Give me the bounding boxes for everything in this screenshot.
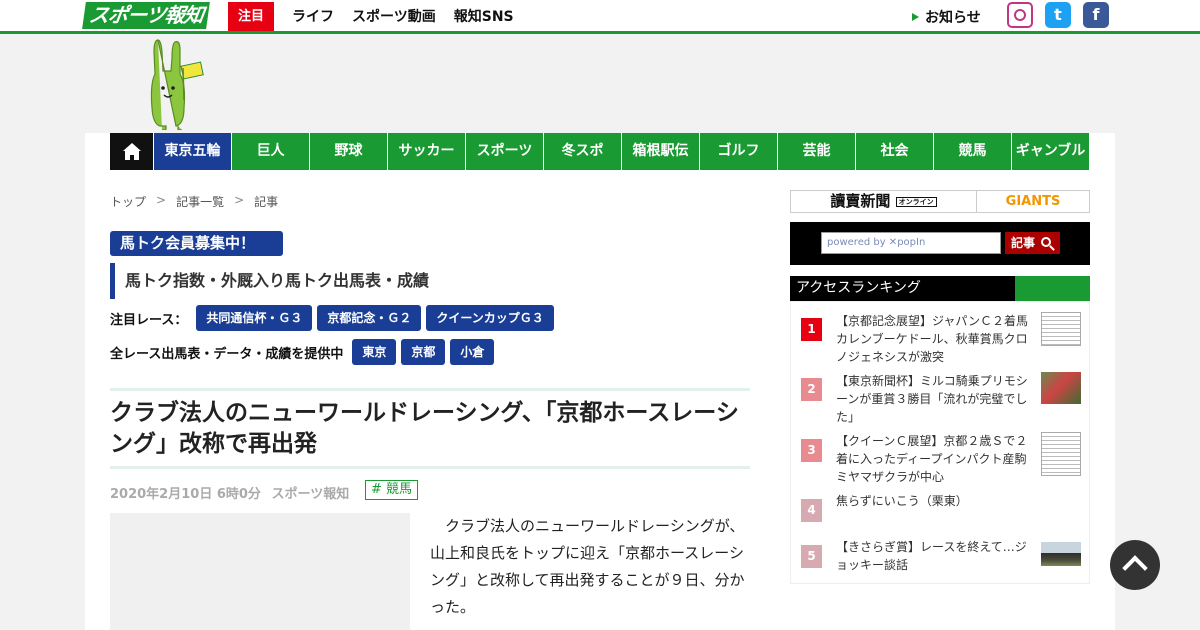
race-link[interactable]: 共同通信杯・Ｇ３ <box>196 305 313 331</box>
top-nav: ライフ スポーツ動画 報知SNS <box>292 0 514 32</box>
ranking-thumbnail <box>1041 372 1081 404</box>
ranking-thumbnail <box>1041 432 1081 476</box>
category-winter-sports[interactable]: 冬スポ <box>544 133 621 170</box>
category-baseball[interactable]: 野球 <box>310 133 387 170</box>
article-body: クラブ法人のニューワールドレーシングが、山上和良氏をトップに迎え「京都ホースレー… <box>430 517 745 616</box>
yomiuri-online-label: オンライン <box>895 196 937 207</box>
search-button[interactable]: 記事 <box>1005 232 1060 254</box>
featured-races-row: 注目レース： 共同通信杯・Ｇ３ 京都記念・Ｇ２ クイーンカップＧ３ <box>110 305 554 331</box>
breadcrumb-top-link[interactable]: トップ <box>110 193 146 210</box>
ranking-title: アクセスランキング <box>796 280 921 296</box>
back-to-top-button[interactable] <box>1110 540 1160 590</box>
ranking-item-text: 【京都記念展望】ジャパンＣ２着馬カレンブーケドール、秋華賞馬クロノジェネシスが激… <box>836 314 1029 364</box>
breadcrumb-list-link[interactable]: 記事一覧 <box>176 193 224 210</box>
category-golf[interactable]: ゴルフ <box>700 133 777 170</box>
rank-number: 5 <box>801 545 822 568</box>
ranking-item-text: 【きさらぎ賞】レースを終えて…ジョッキー談話 <box>836 540 1027 572</box>
rank-number: 4 <box>801 499 822 522</box>
venue-link[interactable]: 東京 <box>352 339 397 365</box>
category-entertainment[interactable]: 芸能 <box>778 133 855 170</box>
ranking-item-text: 【東京新聞杯】ミルコ騎乗プリモシーンが重賞３勝目「流れが完璧でした」 <box>836 374 1028 424</box>
category-gambling[interactable]: ギャンブル <box>1012 133 1089 170</box>
nav-life-link[interactable]: ライフ <box>292 6 334 26</box>
nav-sports-video-link[interactable]: スポーツ動画 <box>352 6 436 26</box>
ranking-item[interactable]: 1 【京都記念展望】ジャパンＣ２着馬カレンブーケドール、秋華賞馬クロノジェネシス… <box>791 312 1091 364</box>
yomiuri-label: 讀賣新聞 <box>830 192 891 210</box>
article-source: スポーツ報知 <box>271 487 350 502</box>
category-tokyo-olympics[interactable]: 東京五輪 <box>154 133 231 170</box>
triangle-right-icon <box>912 13 919 21</box>
ranking-item[interactable]: 2 【東京新聞杯】ミルコ騎乗プリモシーンが重賞３勝目「流れが完璧でした」 <box>791 372 1091 424</box>
divider <box>110 388 750 391</box>
breadcrumb-current: 記事 <box>254 195 279 209</box>
ranking-header: アクセスランキング <box>790 276 1090 301</box>
article-tag-link[interactable]: # 競馬 <box>365 480 419 500</box>
venue-link[interactable]: 京都 <box>401 339 446 365</box>
search-box: powered by ✕popIn 記事 <box>790 222 1090 265</box>
instagram-icon[interactable] <box>1007 2 1033 28</box>
search-input[interactable]: powered by ✕popIn <box>821 232 1001 254</box>
giants-banner-link[interactable]: GIANTS <box>977 191 1089 212</box>
promo-title-link[interactable]: 馬トク会員募集中！ <box>110 231 283 256</box>
category-soccer[interactable]: サッカー <box>388 133 465 170</box>
rank-number: 1 <box>801 318 822 341</box>
featured-races-label: 注目レース： <box>110 312 188 328</box>
home-icon[interactable] <box>110 133 153 170</box>
twitter-icon[interactable]: t <box>1045 2 1071 28</box>
article-photo <box>110 513 410 630</box>
top-bar: スポーツ報知 注目 ライフ スポーツ動画 報知SNS お知らせ t f <box>0 0 1200 34</box>
breadcrumb-separator: > <box>234 193 245 207</box>
facebook-icon[interactable]: f <box>1083 2 1109 28</box>
race-link[interactable]: クイーンカップＧ３ <box>426 305 554 331</box>
all-races-label: 全レース出馬表・データ・成績を提供中 <box>110 346 344 362</box>
partner-banner: 讀賣新聞 オンライン GIANTS <box>790 190 1090 213</box>
category-nav: 東京五輪 巨人 野球 サッカー スポーツ 冬スポ 箱根駅伝 ゴルフ 芸能 社会 … <box>110 133 1090 170</box>
rank-number: 3 <box>801 439 822 462</box>
article-date: 2020年2月10日 6時0分 <box>110 487 261 502</box>
category-sports[interactable]: スポーツ <box>466 133 543 170</box>
ranking-item[interactable]: 3 【クイーンＣ展望】京都２歳Ｓで２着に入ったディープインパクト産駒ミヤマザクラ… <box>791 432 1091 484</box>
yomiuri-banner-link[interactable]: 讀賣新聞 オンライン <box>791 191 977 212</box>
race-link[interactable]: 京都記念・Ｇ２ <box>317 305 422 331</box>
nav-sns-link[interactable]: 報知SNS <box>454 6 514 26</box>
venue-link[interactable]: 小倉 <box>450 339 495 365</box>
category-giants[interactable]: 巨人 <box>232 133 309 170</box>
divider <box>110 466 750 469</box>
mascot-illustration <box>150 39 204 130</box>
category-society[interactable]: 社会 <box>856 133 933 170</box>
ranking-item-text: 焦らずにいこう（栗東） <box>836 494 968 508</box>
category-horse-racing[interactable]: 競馬 <box>934 133 1011 170</box>
site-logo[interactable]: スポーツ報知 <box>82 2 210 29</box>
ranking-list: 1 【京都記念展望】ジャパンＣ２着馬カレンブーケドール、秋華賞馬クロノジェネシス… <box>790 301 1090 584</box>
breadcrumb: トップ > 記事一覧 > 記事 <box>110 193 278 210</box>
ranking-item[interactable]: 5 【きさらぎ賞】レースを終えて…ジョッキー談話 <box>791 538 1091 578</box>
category-hakone-ekiden[interactable]: 箱根駅伝 <box>622 133 699 170</box>
promo-subtitle: 馬トク指数・外厩入り馬トク出馬表・成績 <box>110 263 429 299</box>
notice-link[interactable]: お知らせ <box>912 7 981 27</box>
article-headline: クラブ法人のニューワールドレーシング、「京都ホースレーシング」改称で再出発 <box>110 400 739 457</box>
notice-label: お知らせ <box>925 10 981 26</box>
ranking-item-text: 【クイーンＣ展望】京都２歳Ｓで２着に入ったディープインパクト産駒ミヤマザクラが中… <box>836 434 1028 484</box>
ranking-item[interactable]: 4 焦らずにいこう（栗東） <box>791 492 1091 532</box>
search-button-label: 記事 <box>1011 236 1036 250</box>
venues-row: 全レース出馬表・データ・成績を提供中 東京 京都 小倉 <box>110 339 495 365</box>
ranking-thumbnail <box>1041 542 1081 566</box>
chevron-up-icon <box>1122 555 1148 581</box>
breadcrumb-separator: > <box>156 193 167 207</box>
article-meta: 2020年2月10日 6時0分 スポーツ報知 <box>110 483 349 502</box>
rank-number: 2 <box>801 378 822 401</box>
hot-topics-button[interactable]: 注目 <box>228 2 274 31</box>
ranking-thumbnail <box>1041 312 1081 346</box>
